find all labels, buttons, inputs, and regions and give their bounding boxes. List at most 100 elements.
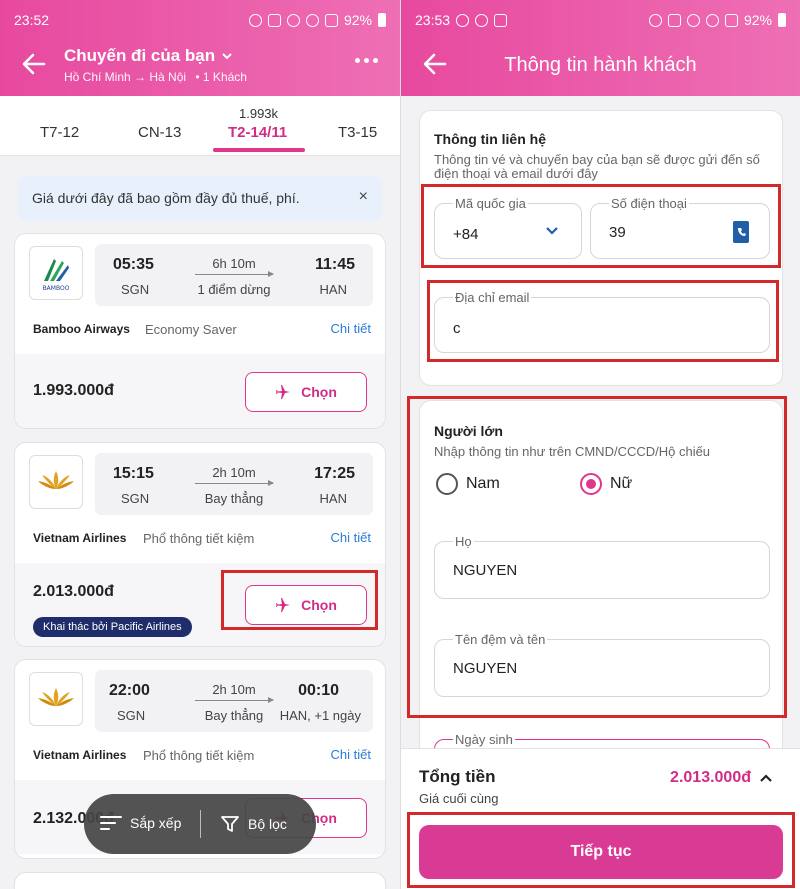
alarm-icon xyxy=(248,13,262,27)
date-tab[interactable]: T3-15 xyxy=(338,124,377,141)
contact-info-panel: Thông tin liên hệ Thông tin vé và chuyến… xyxy=(419,110,783,386)
price-notice: Giá dưới đây đã bao gồm đầy đủ thuế, phí… xyxy=(18,176,382,221)
date-tabs: T7-12 CN-13 1.993k T2-14/11 T3-15 xyxy=(0,96,400,156)
signal-icon xyxy=(724,13,738,27)
price-row: 2.013.000đ Khai thác bởi Pacific Airline… xyxy=(15,563,385,646)
choose-button[interactable]: Chọn xyxy=(245,585,367,625)
email-label: Địa chỉ email xyxy=(453,290,532,305)
date-tab-selected[interactable]: T2-14/11 xyxy=(228,124,287,141)
choose-label: Chọn xyxy=(301,384,337,400)
total-label: Tổng tiền xyxy=(419,767,496,786)
route-arrow-icon xyxy=(195,480,274,486)
contact-book-icon[interactable] xyxy=(731,220,751,244)
adult-title: Người lớn xyxy=(434,423,503,439)
close-icon[interactable]: × xyxy=(359,188,368,206)
total-price[interactable]: 2.013.000đ xyxy=(670,769,773,787)
arrival-airport: HAN xyxy=(319,282,347,297)
radio-icon xyxy=(436,473,458,495)
airline-name: Vietnam Airlines xyxy=(33,531,127,545)
trip-title-block[interactable]: Chuyến đi của bạn Hồ Chí Minh → Hà Nội •… xyxy=(64,46,247,84)
battery-icon xyxy=(378,13,386,27)
contact-title: Thông tin liên hệ xyxy=(434,131,546,147)
total-value: 2.013.000đ xyxy=(670,769,751,786)
operator-badge: Khai thác bởi Pacific Airlines xyxy=(33,617,192,637)
sort-button[interactable]: Sắp xếp xyxy=(100,814,181,832)
status-time: 23:53 xyxy=(415,12,451,28)
app-bar: 23:53 92% Thông tin hành khách xyxy=(401,0,800,96)
first-name-label: Tên đệm và tên xyxy=(453,632,548,647)
choose-label: Chọn xyxy=(301,597,337,613)
plane-icon xyxy=(276,385,291,399)
filter-button[interactable]: Bộ lọc xyxy=(220,814,287,834)
country-code-select[interactable]: Mã quốc gia +84 xyxy=(434,196,582,259)
route-arrow-icon xyxy=(195,271,274,277)
continue-button[interactable]: Tiếp tục xyxy=(419,825,783,879)
flight-card[interactable]: 15:15 2h 10m 17:25 SGN Bay thẳng HAN Vie… xyxy=(14,442,386,647)
alarm-icon xyxy=(648,13,662,27)
detail-link[interactable]: Chi tiết xyxy=(331,321,371,336)
sort-icon xyxy=(100,816,122,830)
arrival-airport: HAN xyxy=(319,491,347,506)
divider xyxy=(200,810,201,838)
battery-icon xyxy=(778,13,786,27)
gender-female-label: Nữ xyxy=(610,475,633,492)
battery-level: 92% xyxy=(343,12,372,28)
choose-button[interactable]: Chọn xyxy=(245,372,367,412)
image-icon xyxy=(494,13,508,27)
last-name-label: Họ xyxy=(453,534,474,549)
selected-date-price: 1.993k xyxy=(239,106,279,121)
flight-times: 05:35 6h 10m 11:45 SGN 1 điểm dừng HAN xyxy=(95,244,373,306)
airline-name: Vietnam Airlines xyxy=(33,748,127,762)
chevron-down-icon xyxy=(546,227,558,235)
plane-icon xyxy=(276,598,291,612)
gender-male-label: Nam xyxy=(466,475,500,492)
phone-number-field[interactable]: Số điện thoại 39 xyxy=(590,196,770,259)
back-arrow-icon[interactable] xyxy=(20,50,48,78)
status-bar: 23:53 92% xyxy=(415,10,786,30)
route-arrow-icon xyxy=(195,697,274,703)
phone-value: 39 xyxy=(609,224,626,241)
arrival-time: 00:10 xyxy=(298,682,339,699)
contact-subtitle: Thông tin vé và chuyến bay của bạn sẽ đư… xyxy=(434,152,760,181)
vietnam-airlines-logo xyxy=(29,672,83,726)
flight-price: 2.013.000đ xyxy=(33,583,114,600)
arrival-time: 11:45 xyxy=(314,256,355,273)
total-subtitle: Giá cuối cùng xyxy=(419,791,499,806)
page-title: Thông tin hành khách xyxy=(504,54,697,76)
route-text: Hồ Chí Minh → Hà Nội xyxy=(64,70,187,84)
wifi-icon xyxy=(705,13,719,27)
app-bar: 23:52 92% Chuyến đi của bạn Hồ Chí Minh … xyxy=(0,0,400,96)
mute-icon xyxy=(667,13,681,27)
first-name-field[interactable]: Tên đệm và tên NGUYEN xyxy=(434,632,770,697)
detail-link[interactable]: Chi tiết xyxy=(331,530,371,545)
flight-times: 22:00 2h 10m 00:10 SGN Bay thẳng HAN, +1… xyxy=(95,670,373,732)
last-name-field[interactable]: Họ NGUYEN xyxy=(434,534,770,599)
adult-passenger-panel: Người lớn Nhập thông tin như trên CMND/C… xyxy=(419,400,783,797)
mute-icon xyxy=(267,13,281,27)
passenger-info-screen: 23:53 92% Thông tin hành khách Thông tin… xyxy=(400,0,800,889)
email-field[interactable]: Địa chỉ email c xyxy=(434,290,770,353)
filter-icon xyxy=(221,816,239,832)
flight-card[interactable]: BAMBOO 05:35 6h 10m 11:45 SGN 1 điểm dừn… xyxy=(14,233,386,429)
adult-subtitle: Nhập thông tin như trên CMND/CCCD/Hộ chi… xyxy=(434,444,711,459)
detail-link[interactable]: Chi tiết xyxy=(331,747,371,762)
country-code-label: Mã quốc gia xyxy=(453,196,528,211)
date-tab[interactable]: T7-12 xyxy=(40,124,79,141)
battery-level: 92% xyxy=(743,12,772,28)
more-options-icon[interactable] xyxy=(355,58,378,63)
wifi-icon xyxy=(305,13,319,27)
flight-price: 1.993.000đ xyxy=(33,382,114,399)
passenger-count: • 1 Khách xyxy=(195,70,247,84)
last-name-value: NGUYEN xyxy=(453,562,518,579)
gender-male-radio[interactable]: Nam xyxy=(436,473,500,495)
selected-date-indicator xyxy=(213,148,305,152)
flight-card[interactable] xyxy=(14,872,386,889)
date-tab[interactable]: CN-13 xyxy=(138,124,181,141)
gender-female-radio[interactable]: Nữ xyxy=(580,473,632,495)
signal-icon xyxy=(324,13,338,27)
page-title: Chuyến đi của bạn xyxy=(64,46,216,65)
sort-label: Sắp xếp xyxy=(130,815,182,831)
status-time: 23:52 xyxy=(14,12,50,28)
messenger-icon xyxy=(456,13,470,27)
summary-bar: Tổng tiền Giá cuối cùng 2.013.000đ Tiếp … xyxy=(401,748,800,889)
